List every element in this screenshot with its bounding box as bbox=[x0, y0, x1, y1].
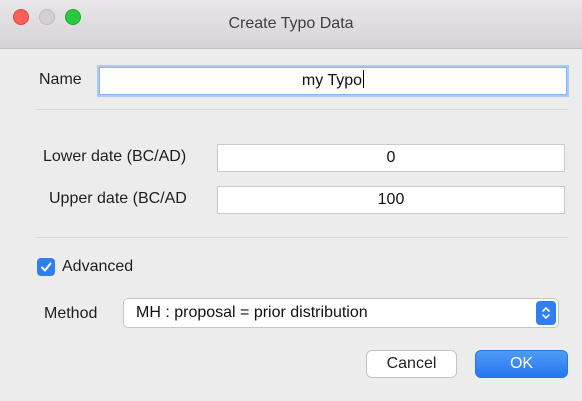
method-label: Method bbox=[44, 305, 98, 322]
text-caret bbox=[363, 70, 365, 88]
advanced-label[interactable]: Advanced bbox=[62, 258, 133, 276]
dialog-window: Create Typo Data Name my Typo Lower date… bbox=[0, 0, 582, 401]
name-label: Name bbox=[39, 71, 82, 88]
upper-date-label: Upper date (BC/AD bbox=[49, 190, 187, 207]
title-bar[interactable]: Create Typo Data bbox=[0, 0, 582, 49]
chevron-updown-icon[interactable] bbox=[536, 301, 556, 325]
name-field-value: my Typo bbox=[301, 72, 363, 89]
separator bbox=[36, 109, 568, 110]
name-field[interactable]: my Typo bbox=[99, 67, 567, 95]
method-selected-value: MH : proposal = prior distribution bbox=[136, 304, 368, 321]
lower-date-label: Lower date (BC/AD) bbox=[43, 148, 187, 165]
checkmark-icon bbox=[41, 262, 52, 272]
separator bbox=[36, 237, 568, 238]
cancel-button[interactable]: Cancel bbox=[366, 350, 457, 378]
window-title: Create Typo Data bbox=[228, 15, 354, 32]
ok-button[interactable]: OK bbox=[475, 350, 568, 378]
advanced-checkbox[interactable] bbox=[37, 258, 55, 276]
lower-date-field[interactable]: 0 bbox=[217, 144, 565, 172]
upper-date-field[interactable]: 100 bbox=[217, 186, 565, 214]
method-select[interactable]: MH : proposal = prior distribution bbox=[123, 298, 559, 328]
